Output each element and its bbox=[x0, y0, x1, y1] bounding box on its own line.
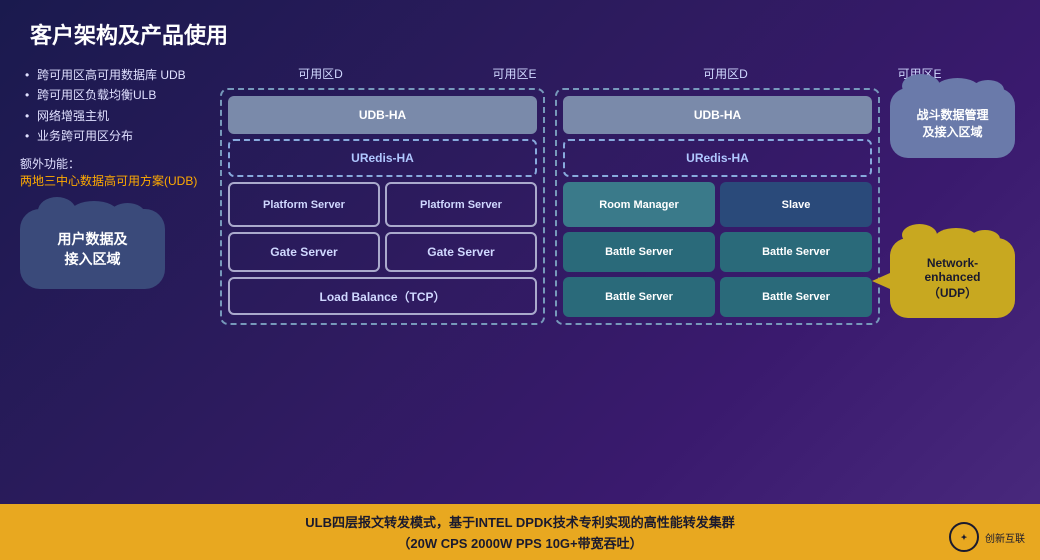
platform-server-2: Platform Server bbox=[385, 182, 537, 227]
extra-feature: 额外功能： 两地三中心数据高可用方案(UDB) bbox=[20, 155, 210, 189]
cloud-right: 战斗数据管理 及接入区域 bbox=[890, 88, 1015, 158]
bullet-item: 跨可用区负载均衡ULB bbox=[25, 85, 210, 105]
extra-title: 额外功能： bbox=[20, 155, 210, 172]
load-balance-cell: Load Balance（TCP） bbox=[228, 277, 537, 315]
left-uredis-cell: URedis-HA bbox=[228, 139, 537, 177]
logo-area: ✦ 创新互联 bbox=[949, 522, 1025, 552]
logo-icon: ✦ bbox=[949, 522, 979, 552]
room-manager-row: Room Manager Slave bbox=[563, 182, 872, 227]
left-info-panel: 跨可用区高可用数据库 UDB 跨可用区负载均衡ULB 网络增强主机 业务跨可用区… bbox=[20, 65, 220, 325]
slave-cell: Slave bbox=[720, 182, 872, 227]
zone-e1-label: 可用区E bbox=[420, 65, 609, 82]
zone-d1-label: 可用区D bbox=[226, 65, 415, 82]
bottom-line2: （20W CPS 2000W PPS 10G+带宽吞吐） bbox=[20, 533, 1020, 552]
battle-server-2: Battle Server bbox=[720, 232, 872, 272]
zone-d2-label: 可用区D bbox=[631, 65, 820, 82]
logo-text: 创新互联 bbox=[985, 530, 1025, 545]
bullet-list: 跨可用区高可用数据库 UDB 跨可用区负载均衡ULB 网络增强主机 业务跨可用区… bbox=[20, 65, 210, 147]
right-zone-box: UDB-HA URedis-HA Room Manager Slave Batt… bbox=[555, 88, 880, 325]
bottom-bar: ULB四层报文转发模式，基于INTEL DPDK技术专利实现的高性能转发集群 （… bbox=[0, 504, 1040, 560]
extra-link[interactable]: 两地三中心数据高可用方案(UDB) bbox=[20, 172, 210, 189]
battle-server-4: Battle Server bbox=[720, 277, 872, 317]
architecture-diagram: 可用区D 可用区E 可用区D 可用区E UDB-HA URedis-HA bbox=[220, 65, 1020, 325]
battle-server-3: Battle Server bbox=[563, 277, 715, 317]
bullet-item: 网络增强主机 bbox=[25, 106, 210, 126]
gate-server-row: Gate Server Gate Server bbox=[228, 232, 537, 272]
battle-server-1: Battle Server bbox=[563, 232, 715, 272]
battle-server-row1: Battle Server Battle Server bbox=[563, 232, 872, 272]
cloud-left: 用户数据及 接入区域 bbox=[20, 209, 165, 289]
bullet-item: 业务跨可用区分布 bbox=[25, 126, 210, 146]
bullet-item: 跨可用区高可用数据库 UDB bbox=[25, 65, 210, 85]
bottom-line1: ULB四层报文转发模式，基于INTEL DPDK技术专利实现的高性能转发集群 bbox=[20, 512, 1020, 531]
gate-server-1: Gate Server bbox=[228, 232, 380, 272]
right-uredis-cell: URedis-HA bbox=[563, 139, 872, 177]
battle-server-row2: Battle Server Battle Server bbox=[563, 277, 872, 317]
left-udb-cell: UDB-HA bbox=[228, 96, 537, 134]
platform-server-1: Platform Server bbox=[228, 182, 380, 227]
page-title: 客户架构及产品使用 bbox=[0, 0, 1040, 60]
right-udb-cell: UDB-HA bbox=[563, 96, 872, 134]
room-manager-cell: Room Manager bbox=[563, 182, 715, 227]
cloud-network: Network- enhanced （UDP） bbox=[890, 238, 1015, 318]
platform-server-row: Platform Server Platform Server bbox=[228, 182, 537, 227]
gate-server-2: Gate Server bbox=[385, 232, 537, 272]
left-zone-box: UDB-HA URedis-HA Platform Server Platfor… bbox=[220, 88, 545, 325]
